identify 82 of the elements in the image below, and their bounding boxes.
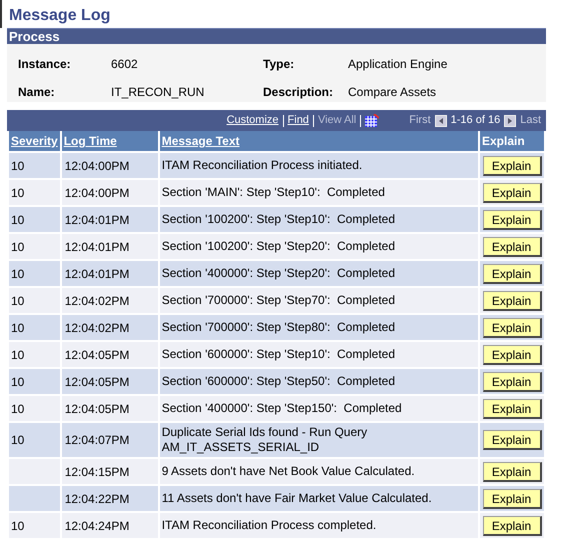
field-label: Type: bbox=[263, 56, 296, 73]
separator bbox=[282, 114, 284, 126]
table-cell: 12:04:01PM bbox=[60, 206, 159, 233]
table-cell bbox=[8, 485, 61, 512]
field-value: Compare Assets bbox=[348, 84, 438, 102]
table-cell: 10 bbox=[8, 422, 61, 458]
table-cell: 10 bbox=[8, 314, 61, 341]
table-cell: Section '700000': Step 'Step70': Completed bbox=[158, 287, 479, 314]
page-title: Message Log bbox=[9, 7, 110, 24]
table-cell: ITAM Reconciliation Process completed. bbox=[158, 512, 479, 539]
explain-button[interactable]: Explain bbox=[482, 516, 542, 536]
next-icon[interactable] bbox=[504, 114, 516, 126]
table-cell: Section 'MAIN': Step 'Step10': Completed bbox=[158, 179, 479, 206]
table-cell: 12:04:05PM bbox=[60, 341, 159, 368]
table-cell: 12:04:05PM bbox=[60, 395, 159, 422]
table-cell: Section '100200': Step 'Step20': Completed bbox=[158, 233, 479, 260]
table-cell: Section '600000': Step 'Step10': Completed bbox=[158, 341, 479, 368]
explain-button[interactable]: Explain bbox=[482, 318, 542, 338]
table-cell: 10 bbox=[8, 395, 61, 422]
explain-button[interactable]: Explain bbox=[482, 290, 542, 310]
previous-icon[interactable] bbox=[434, 114, 447, 126]
table-cell: 12:04:15PM bbox=[60, 458, 159, 485]
table-cell: Section '700000': Step 'Step80': Completed bbox=[158, 314, 479, 341]
explain-button[interactable]: Explain bbox=[482, 462, 542, 482]
explain-button[interactable]: Explain bbox=[482, 488, 542, 508]
table-cell: 10 bbox=[8, 512, 61, 539]
table-cell: Duplicate Serial Ids found - Run Query AM_IT_ASSETS_SERIAL_ID bbox=[158, 422, 479, 458]
separator bbox=[360, 114, 362, 126]
separator bbox=[312, 114, 314, 126]
grid-icon[interactable] bbox=[365, 114, 380, 127]
column-header[interactable]: Message Text bbox=[158, 131, 479, 152]
table-cell: 10 bbox=[8, 152, 61, 179]
explain-button[interactable]: Explain bbox=[482, 372, 542, 392]
explain-button[interactable]: Explain bbox=[482, 344, 542, 364]
table-cell bbox=[8, 458, 61, 485]
field-label: Instance: bbox=[18, 56, 72, 73]
table-cell: 12:04:00PM bbox=[60, 179, 159, 206]
page-range: 1-16 of 16 bbox=[450, 113, 500, 128]
explain-button[interactable]: Explain bbox=[482, 430, 542, 450]
table-cell: Section '100200': Step 'Step10': Completed bbox=[158, 206, 479, 233]
table-cell: 10 bbox=[8, 206, 61, 233]
column-header: Explain bbox=[479, 131, 545, 152]
table-cell: 12:04:22PM bbox=[60, 485, 159, 512]
table-cell: 10 bbox=[8, 287, 61, 314]
first-label: First bbox=[409, 113, 431, 128]
explain-button[interactable]: Explain bbox=[482, 236, 542, 256]
table-cell: 12:04:00PM bbox=[60, 152, 159, 179]
table-cell: 11 Assets don't have Fair Market Value Calculated. bbox=[158, 485, 479, 512]
table-cell: 12:04:01PM bbox=[60, 233, 159, 260]
field-value: IT_RECON_RUN bbox=[111, 84, 206, 102]
table-cell: 12:04:02PM bbox=[60, 314, 159, 341]
field-value: Application Engine bbox=[348, 56, 448, 73]
table-cell: Section '600000': Step 'Step50': Completed bbox=[158, 368, 479, 395]
field-label: Description: bbox=[263, 84, 334, 102]
explain-button[interactable]: Explain bbox=[482, 182, 542, 202]
table-cell: 12:04:01PM bbox=[60, 260, 159, 287]
table-cell: 10 bbox=[8, 341, 61, 368]
table-cell: 10 bbox=[8, 368, 61, 395]
toolbar-link[interactable]: Find bbox=[288, 112, 309, 129]
table-cell: Section '400000': Step 'Step150': Completed bbox=[158, 395, 479, 422]
table-cell: 12:04:02PM bbox=[60, 287, 159, 314]
column-header[interactable]: Log Time bbox=[60, 131, 159, 152]
table-cell: 10 bbox=[8, 233, 61, 260]
explain-button[interactable]: Explain bbox=[482, 210, 542, 230]
toolbar-link: View All bbox=[318, 113, 356, 128]
explain-button[interactable]: Explain bbox=[482, 264, 542, 284]
explain-button[interactable]: Explain bbox=[482, 398, 542, 418]
toolbar-link[interactable]: Customize bbox=[226, 112, 279, 129]
table-cell: 12:04:24PM bbox=[60, 512, 159, 539]
table-cell: 10 bbox=[8, 179, 61, 206]
table-cell: 10 bbox=[8, 260, 61, 287]
explain-button[interactable]: Explain bbox=[482, 156, 542, 176]
section-header: Process bbox=[7, 28, 546, 44]
table-cell: ITAM Reconciliation Process initiated. bbox=[158, 152, 479, 179]
column-header[interactable]: Severity bbox=[8, 131, 61, 152]
table-cell: 12:04:07PM bbox=[60, 422, 159, 458]
last-label: Last bbox=[520, 113, 541, 128]
field-value: 6602 bbox=[111, 56, 139, 73]
field-label: Name: bbox=[18, 84, 56, 102]
table-cell: 12:04:05PM bbox=[60, 368, 159, 395]
table-cell: 9 Assets don't have Net Book Value Calculated. bbox=[158, 458, 479, 485]
table-cell: Section '400000': Step 'Step20': Completed bbox=[158, 260, 479, 287]
